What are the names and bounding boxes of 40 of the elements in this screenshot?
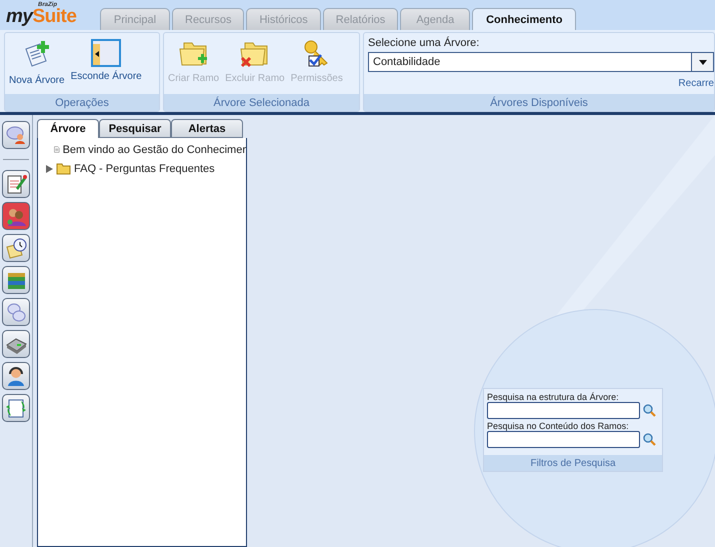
sidebar-button[interactable] [2, 362, 30, 390]
chat-person-icon [5, 124, 27, 146]
sidebar-button[interactable] [2, 234, 30, 262]
ribbon-button[interactable]: Esconde Árvore [68, 39, 144, 82]
search-icon[interactable] [643, 404, 656, 417]
panel-tab[interactable]: Alertas [171, 119, 243, 138]
panel-tab[interactable]: Pesquisar [99, 119, 171, 138]
ribbon-group: Criar Ramo Excluir Ramo Permissões Árvore Selecionada [163, 32, 360, 112]
ribbon-group: Nova Árvore Esconde Árvore Operações [4, 32, 160, 112]
tree-item[interactable]: FAQ - Perguntas Frequentes [74, 162, 215, 174]
tree-select[interactable]: Contabilidade [368, 52, 714, 72]
notepad-pencil-icon [5, 173, 27, 195]
select-label: Selecione uma Árvore: [368, 37, 480, 49]
sidebar-button[interactable] [2, 121, 30, 149]
panel-icon [91, 39, 122, 67]
search-field[interactable] [487, 431, 640, 448]
dropdown-caret-icon [698, 60, 706, 64]
folder-icon [56, 162, 71, 175]
field-label: Pesquisa no Conteúdo dos Ramos: [487, 421, 630, 431]
expand-arrow-icon[interactable] [46, 164, 53, 172]
menu-tab[interactable]: Conhecimento [472, 8, 576, 30]
ribbon-button[interactable]: Nova Árvore [7, 39, 67, 86]
sidebar-button[interactable] [2, 170, 30, 198]
document-arrows-icon [5, 397, 27, 419]
group-title: Filtros de Pesquisa [484, 455, 662, 471]
panel-tab[interactable]: Árvore [37, 119, 99, 138]
reload-link[interactable]: Recarre [678, 78, 714, 89]
sidebar-button[interactable] [2, 202, 30, 230]
search-icon[interactable] [643, 433, 656, 446]
clock-note-icon [5, 237, 27, 259]
tree-item[interactable]: Bem vindo ao Gestão do Conhecimer [62, 144, 246, 156]
sidebar-button[interactable] [2, 266, 30, 294]
sidebar-button[interactable] [2, 330, 30, 358]
sidebar-button[interactable] [2, 394, 30, 422]
search-field[interactable] [487, 402, 640, 419]
headset-person-icon [5, 365, 27, 387]
speech-bubbles-icon [5, 301, 27, 323]
ribbon-group: Selecione uma Árvore: Contabilidade Recarre Árvores Disponíveis [363, 32, 715, 112]
field-label: Pesquisa na estrutura da Árvore: [487, 392, 620, 402]
sidebar-button[interactable] [2, 298, 30, 326]
